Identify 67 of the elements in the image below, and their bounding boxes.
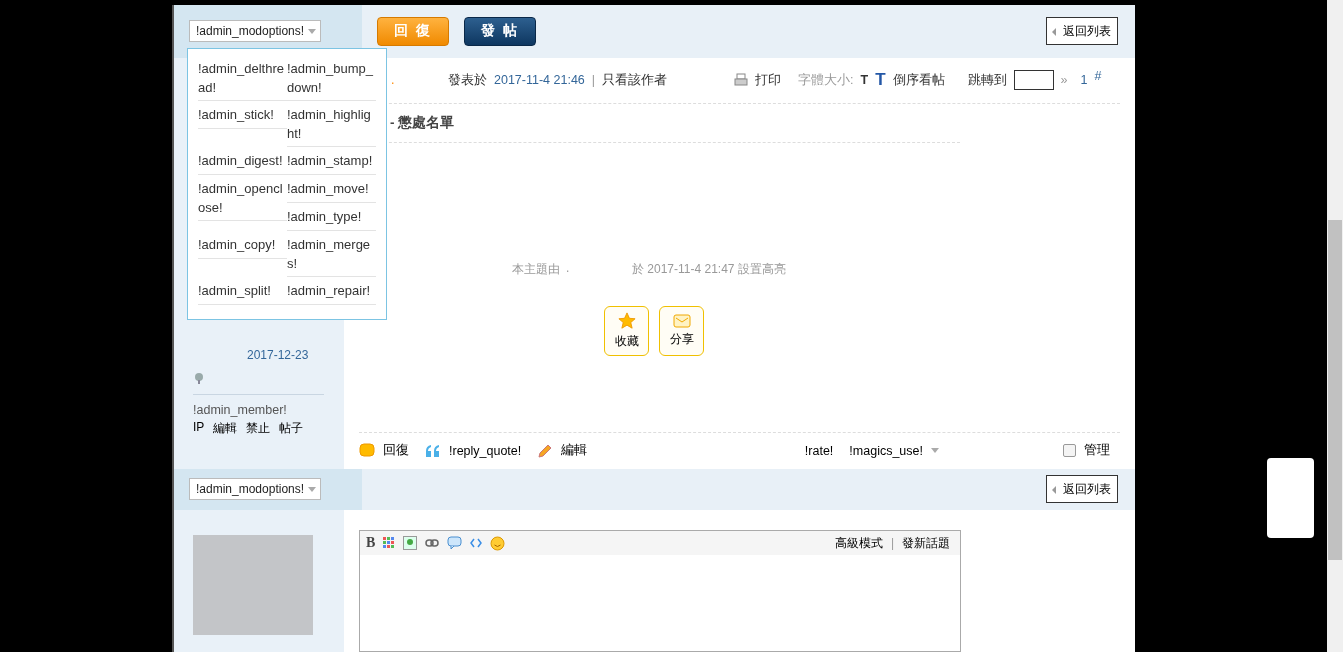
back-to-list-button[interactable]: 返回列表 (1046, 475, 1118, 504)
star-icon (617, 311, 636, 330)
user-action-link[interactable]: 編輯 (213, 419, 238, 437)
menu-item[interactable]: !admin_stamp! (287, 147, 376, 175)
speech-bubble-icon (359, 442, 375, 459)
separator: | (591, 73, 596, 88)
back-to-list-button[interactable]: 返回列表 (1046, 17, 1118, 46)
menu-item[interactable]: !admin_highlight! (287, 101, 376, 147)
quote-icon (425, 443, 441, 458)
reverse-order-link[interactable]: 倒序看帖 (892, 71, 945, 89)
menu-item[interactable]: !admin_bump_down! (287, 55, 376, 101)
magics-link[interactable]: !magics_use! (849, 443, 923, 458)
join-date: 2017-12-23 (247, 347, 310, 362)
smiley-icon[interactable] (490, 535, 506, 551)
scrollbar[interactable] (1327, 0, 1343, 652)
image-icon[interactable] (403, 536, 418, 550)
jump-input[interactable] (1013, 70, 1054, 91)
quote-link[interactable]: !reply_quote! (449, 443, 522, 458)
code-icon[interactable] (470, 538, 483, 548)
envelope-icon (672, 313, 691, 328)
posted-time: 2017-11-4 21:46 (494, 73, 585, 88)
font-size-label: 字體大小: (798, 71, 854, 89)
bold-button[interactable]: B (366, 535, 376, 551)
new-topic-link[interactable]: 發新話題 (902, 534, 950, 552)
menu-item[interactable]: !admin_digest! (198, 147, 287, 175)
rate-link[interactable]: !rate! (804, 443, 834, 458)
user-action-link[interactable]: IP (193, 419, 205, 437)
author-only-link[interactable]: 只看該作者 (602, 71, 668, 89)
menu-item[interactable]: !admin_openclose! (198, 175, 287, 221)
advanced-mode-link[interactable]: 高級模式 (834, 534, 883, 552)
manage-label: 管理 (1084, 442, 1110, 460)
user-action-link[interactable]: 禁止 (246, 419, 271, 437)
manage-checkbox[interactable] (1063, 444, 1076, 458)
pencil-icon (537, 442, 554, 459)
menu-item[interactable]: !admin_merges! (287, 231, 376, 277)
floor-number: 1 (1080, 73, 1088, 88)
menu-item[interactable]: !admin_delthread! (198, 55, 287, 101)
menu-item[interactable]: !admin_stick! (198, 101, 287, 129)
printer-icon (734, 73, 749, 88)
post-button[interactable]: 發 帖 (463, 16, 536, 46)
mod-options-select[interactable]: !admin_modoptions! (189, 20, 322, 43)
link-icon[interactable] (425, 539, 440, 547)
admin-member-link[interactable]: !admin_member! (193, 402, 324, 417)
floor-mark: # (1094, 69, 1102, 84)
user-action-link[interactable]: 帖子 (279, 419, 304, 437)
color-grid-icon[interactable] (383, 537, 396, 549)
print-link[interactable]: 打印 (755, 71, 782, 89)
small-font-button[interactable]: T (860, 73, 869, 88)
favorite-button[interactable]: 收藏 (604, 305, 649, 356)
menu-item[interactable]: !admin_type! (287, 203, 376, 231)
menu-item[interactable]: !admin_copy! (198, 231, 287, 259)
thread-title: - 懲處名單 (390, 114, 455, 130)
jump-label: 跳轉到 (967, 71, 1007, 89)
share-button[interactable]: 分享 (659, 305, 704, 356)
posted-label: 發表於 (448, 71, 487, 89)
separator: | (890, 536, 894, 550)
menu-item[interactable]: !admin_split! (198, 277, 287, 305)
editor-field[interactable]: B 高級模式 | 發新話題 (359, 530, 961, 652)
notice-text: 於 2017-11-4 21:47 設置高亮 (632, 260, 786, 278)
large-font-button[interactable]: T (875, 70, 886, 91)
speech-bubble-icon[interactable] (447, 536, 463, 550)
mod-options-select[interactable]: !admin_modoptions! (189, 478, 322, 501)
notice-prefix: 本主題由 (512, 260, 560, 278)
menu-item[interactable]: !admin_repair! (287, 277, 376, 305)
edit-link[interactable]: 編輯 (561, 442, 588, 460)
menu-item[interactable]: !admin_move! (287, 175, 376, 203)
reply-link[interactable]: 回復 (383, 442, 409, 460)
